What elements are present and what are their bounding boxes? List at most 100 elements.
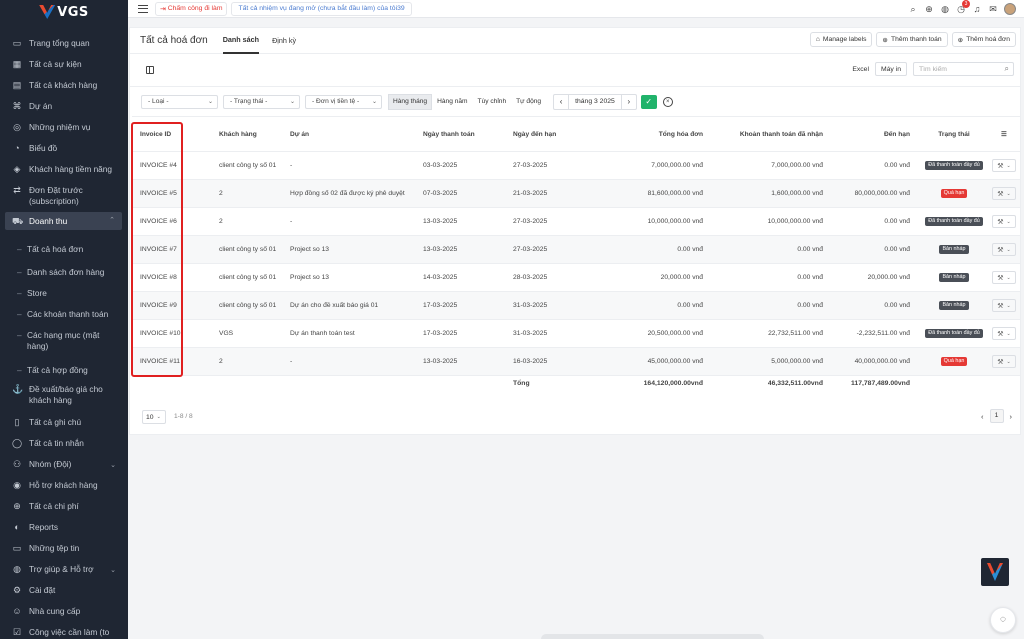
client-cell[interactable]: client công ty số 01 <box>219 151 290 180</box>
mail-icon[interactable]: ✉ <box>988 4 998 14</box>
tab-list[interactable]: Danh sách <box>222 28 260 54</box>
table-row[interactable]: INVOICE #8 client công ty số 01 Project so… <box>132 263 1020 292</box>
row-actions-button[interactable]: ⚒ ⌄ <box>992 271 1016 284</box>
prev-page-icon[interactable]: ‹ <box>981 412 984 421</box>
client-cell[interactable]: 2 <box>219 207 290 236</box>
chevron-right-icon[interactable]: › <box>622 97 636 106</box>
sidebar-item-second-6[interactable]: ◐ Reports <box>0 522 128 533</box>
hamburger-menu-icon[interactable] <box>138 4 148 13</box>
type-select[interactable]: - Loại - ⌄ <box>141 94 218 109</box>
sidebar-item-main-7[interactable]: ⇄ Đơn Đặt trước (subscription) <box>0 185 128 207</box>
row-actions-button[interactable]: ⚒ ⌄ <box>992 187 1016 200</box>
col-bill-date[interactable]: Ngày thanh toán <box>423 116 513 152</box>
client-cell[interactable]: client công ty số 01 <box>219 263 290 292</box>
project-cell[interactable]: Project so 13 <box>290 235 423 264</box>
sidebar-item-second-0[interactable]: ⚓ Đề xuất/báo giá cho khách hàng <box>0 384 128 406</box>
client-cell[interactable]: client công ty số 01 <box>219 291 290 320</box>
period-custom-button[interactable]: Tùy chỉnh <box>473 94 512 110</box>
column-menu-icon[interactable]: ☰ <box>988 116 1020 152</box>
sidebar-item-main-2[interactable]: ▤ Tất cả khách hàng <box>0 80 128 91</box>
project-cell[interactable]: Project so 13 <box>290 263 423 292</box>
current-page[interactable]: 1 <box>989 409 1004 423</box>
col-client[interactable]: Khách hàng <box>219 116 290 152</box>
status-select[interactable]: - Trạng thái - ⌄ <box>223 94 300 109</box>
table-row[interactable]: INVOICE #6 2-13-03-2025 27-03-2025 10,000,0… <box>132 207 1020 236</box>
sidebar-subitem-0[interactable]: – Tất cả hoá đơn <box>0 244 128 255</box>
sidebar-item-main-6[interactable]: ◈ Khách hàng tiềm năng <box>0 164 128 175</box>
sidebar-item-second-2[interactable]: ◯ Tất cả tin nhắn <box>0 438 128 449</box>
page-size-select[interactable]: 10 ⌄ <box>142 410 166 424</box>
add-circle-icon[interactable]: ⊕ <box>924 4 934 14</box>
sidebar-item-main-3[interactable]: ⌘ Dự án <box>0 101 128 112</box>
print-button[interactable]: Máy in <box>874 62 907 76</box>
chat-bubble-icon[interactable]: ◌ <box>990 607 1016 633</box>
sidebar-item-second-3[interactable]: ⚇ Nhóm (Đội) ⌄ <box>0 459 128 470</box>
manage-labels-button[interactable]: ⌂ Manage labels <box>809 32 873 47</box>
sidebar-subitem-3[interactable]: – Các khoản thanh toán <box>0 309 128 320</box>
col-total[interactable]: Tổng hóa đơn <box>593 116 703 152</box>
project-cell[interactable]: - <box>290 347 423 376</box>
row-actions-button[interactable]: ⚒ ⌄ <box>992 215 1016 228</box>
client-cell[interactable]: client công ty số 01 <box>219 235 290 264</box>
period-yearly-button[interactable]: Hàng năm <box>432 94 472 110</box>
sidebar-item-second-4[interactable]: ◉ Hỗ trợ khách hàng <box>0 480 128 491</box>
search-input[interactable]: Tìm kiếm ⌕ <box>913 62 1014 76</box>
period-auto-button[interactable]: Tự động <box>511 94 546 110</box>
sidebar-item-main-8[interactable]: ⛟ Doanh thu ⌃ <box>5 212 122 230</box>
row-actions-button[interactable]: ⚒ ⌄ <box>992 327 1016 340</box>
project-cell[interactable]: Hợp đồng số 02 đã được ký phê duyệt <box>290 179 423 208</box>
add-payment-button[interactable]: ⊕ Thêm thanh toán <box>876 32 948 47</box>
table-row[interactable]: INVOICE #9 client công ty số 01 Dự án cho … <box>132 291 1020 320</box>
sidebar-item-second-7[interactable]: ▭ Những tệp tin <box>0 543 128 554</box>
sidebar-item-second-9[interactable]: ⚙ Cài đặt <box>0 585 128 596</box>
sidebar-subitem-1[interactable]: – Danh sách đơn hàng <box>0 267 128 278</box>
logo[interactable]: VGS <box>0 0 128 24</box>
sidebar-subitem-5[interactable]: – Tất cả hợp đồng <box>0 365 128 376</box>
current-period[interactable]: tháng 3 2025 <box>568 94 622 109</box>
table-row[interactable]: INVOICE #5 2 Hợp đồng số 02 đã được ký phê… <box>132 179 1020 208</box>
project-cell[interactable]: - <box>290 151 423 180</box>
open-tasks-link[interactable]: Tất cả nhiệm vụ đang mở (chưa bắt đầu là… <box>231 1 412 16</box>
row-actions-button[interactable]: ⚒ ⌄ <box>992 299 1016 312</box>
sidebar-subitem-4[interactable]: – Các hạng mục (mặt hàng) <box>0 330 128 352</box>
col-paid[interactable]: Khoản thanh toán đã nhận <box>703 116 823 152</box>
sidebar-item-main-5[interactable]: ◔ Biểu đồ <box>0 143 128 154</box>
bell-icon[interactable]: ♫ <box>972 4 982 14</box>
col-project[interactable]: Dự án <box>290 116 423 152</box>
sidebar-item-second-8[interactable]: ◍ Trợ giúp & Hỗ trợ ⌄ <box>0 564 128 575</box>
sidebar-item-main-4[interactable]: ◎ Những nhiệm vụ <box>0 122 128 133</box>
clear-filter-icon[interactable]: × <box>662 96 673 107</box>
avatar[interactable] <box>1004 3 1016 15</box>
sidebar-item-second-1[interactable]: ▯ Tất cả ghi chú <box>0 417 128 428</box>
add-invoice-button[interactable]: ⊕ Thêm hoá đơn <box>951 32 1016 47</box>
client-cell[interactable]: 2 <box>219 347 290 376</box>
period-monthly-button[interactable]: Hàng tháng <box>388 93 433 110</box>
search-icon[interactable]: ⌕ <box>908 4 918 14</box>
table-row[interactable]: INVOICE #10 VGS Dự án thanh toán test 17-03… <box>132 319 1020 348</box>
project-cell[interactable]: - <box>290 207 423 236</box>
row-actions-button[interactable]: ⚒ ⌄ <box>992 243 1016 256</box>
col-due[interactable]: Đến hạn <box>823 116 910 152</box>
columns-icon[interactable] <box>146 66 154 74</box>
client-cell[interactable]: VGS <box>219 319 290 348</box>
table-row[interactable]: INVOICE #4 client công ty số 01-03-03-202… <box>132 151 1020 180</box>
project-cell[interactable]: Dự án thanh toán test <box>290 319 423 348</box>
col-status[interactable]: Trạng thái <box>910 116 988 152</box>
client-cell[interactable]: 2 <box>219 179 290 208</box>
table-row[interactable]: INVOICE #11 2-13-03-2025 16-03-2025 45,000,… <box>132 347 1020 376</box>
clock-icon[interactable]: ◷ 3 <box>956 0 970 14</box>
floating-logo[interactable] <box>981 558 1009 586</box>
chevron-left-icon[interactable]: ‹ <box>554 97 568 106</box>
apply-filter-button[interactable]: ✓ <box>640 94 657 109</box>
clock-in-button[interactable]: ⇥ Chấm công đi làm <box>155 1 228 16</box>
currency-select[interactable]: - Đơn vị tiền tệ - ⌄ <box>305 94 382 109</box>
sidebar-item-second-11[interactable]: ☑ Công việc cần làm (to <box>0 627 128 638</box>
sidebar-item-main-1[interactable]: ▦ Tất cả sự kiện <box>0 59 128 70</box>
excel-button[interactable]: Excel <box>846 62 875 76</box>
row-actions-button[interactable]: ⚒ ⌄ <box>992 355 1016 368</box>
sidebar-item-second-5[interactable]: ⊕ Tất cả chi phí <box>0 501 128 512</box>
project-cell[interactable]: Dự án cho đề xuất báo giá 01 <box>290 291 423 320</box>
tab-recurring[interactable]: Định kỳ <box>272 36 296 45</box>
sidebar-subitem-2[interactable]: – Store <box>0 288 128 299</box>
sidebar-item-main-0[interactable]: ▭ Trang tổng quan <box>0 38 128 49</box>
